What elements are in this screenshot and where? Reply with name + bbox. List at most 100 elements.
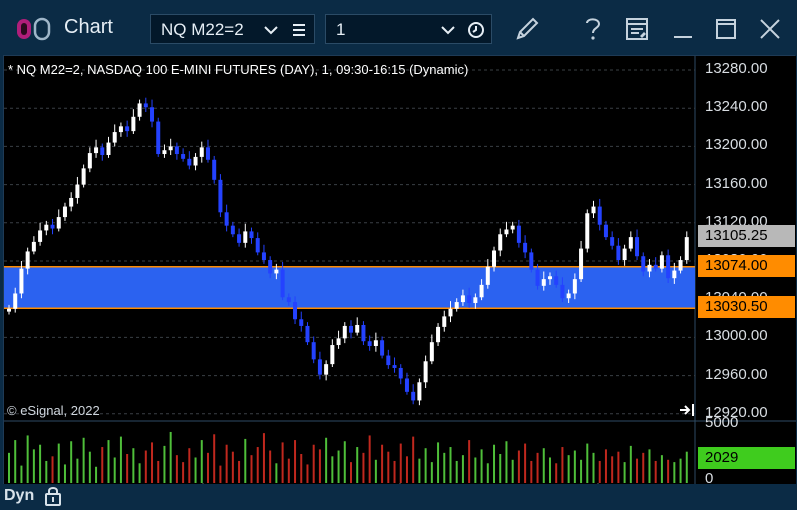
candle-body [69, 197, 74, 207]
minimize-button[interactable] [666, 12, 700, 46]
candle-body [678, 260, 683, 271]
price-tick-label: 13280.00 [705, 60, 768, 77]
candle-body [641, 256, 646, 272]
candle-body [628, 237, 633, 249]
candle-body [305, 325, 310, 343]
candle-body [50, 224, 55, 229]
copyright-text: © eSignal, 2022 [7, 403, 100, 418]
price-tick-label: 13200.00 [705, 136, 768, 154]
chart-area[interactable] [3, 55, 796, 508]
candle-body [106, 142, 111, 155]
candle-body [454, 302, 459, 309]
candle-body [293, 302, 298, 320]
candle-body [261, 252, 266, 261]
candle-body [460, 295, 465, 303]
lock-icon[interactable] [44, 485, 62, 506]
candle-body [386, 355, 391, 366]
close-icon [760, 19, 780, 39]
candle-body [249, 231, 254, 239]
candle-body [622, 248, 627, 261]
candle-body [647, 264, 652, 272]
candle-body [653, 264, 658, 269]
candle-body [156, 121, 161, 155]
chevron-down-icon[interactable] [440, 23, 456, 37]
candle-body [684, 237, 689, 261]
candle-body [150, 107, 155, 122]
dyn-mode-label[interactable]: Dyn [4, 487, 34, 505]
chart-canvas[interactable] [4, 56, 796, 508]
notes-button[interactable] [620, 12, 654, 46]
candle-body [361, 324, 366, 342]
time-axis[interactable] [0, 484, 797, 510]
app-logo-icon [17, 17, 51, 41]
candle-body [492, 250, 497, 267]
candle-body [398, 367, 403, 379]
candle-body [25, 251, 30, 269]
candle-body [187, 158, 192, 166]
notepad-icon [626, 18, 648, 40]
symbol-selector[interactable]: NQ M22=2 [150, 14, 315, 44]
candle-body [479, 284, 484, 298]
candle-body [38, 230, 43, 242]
price-tag: 13030.50 [698, 296, 795, 319]
candle-body [560, 284, 565, 299]
minimize-icon [674, 36, 692, 38]
candle-body [230, 225, 235, 235]
candle-body [355, 324, 360, 333]
interval-selector[interactable]: 1 [325, 14, 492, 44]
price-axis-panel[interactable] [695, 56, 796, 508]
candle-body [411, 391, 416, 401]
pencil-icon [516, 17, 539, 40]
candle-body [498, 234, 503, 251]
candle-body [603, 224, 608, 238]
candle-body [299, 319, 304, 326]
candle-body [442, 316, 447, 327]
scroll-to-end-icon[interactable] [678, 402, 696, 418]
candle-body [168, 146, 173, 151]
candle-body [367, 341, 372, 346]
draw-tool-button[interactable] [510, 12, 544, 46]
candle-body [174, 146, 179, 155]
candle-body [349, 325, 353, 333]
price-zone[interactable] [4, 266, 695, 309]
maximize-button[interactable] [709, 12, 743, 46]
chevron-down-icon[interactable] [263, 23, 279, 37]
candle-body [417, 382, 422, 401]
candle-body [181, 154, 186, 159]
candle-body [330, 345, 335, 365]
candle-body [268, 260, 273, 274]
clock-icon[interactable] [467, 21, 485, 39]
candle-body [212, 159, 217, 180]
candle-body [616, 245, 621, 261]
candle-body [380, 340, 385, 356]
title-bar: Chart NQ M22=2 1 [0, 0, 797, 56]
chart-title: * NQ M22=2, NASDAQ 100 E-MINI FUTURES (D… [8, 62, 469, 77]
price-tag: 13105.25 [698, 224, 795, 247]
candle-body [131, 116, 136, 132]
candle-body [62, 206, 67, 218]
candle-body [237, 234, 242, 243]
candle-body [554, 276, 559, 285]
candle-body [672, 270, 677, 279]
candle-body [255, 238, 260, 253]
candle-body [510, 225, 515, 230]
volume-axis-max: 5000 [705, 414, 739, 431]
window-title: Chart [64, 16, 113, 38]
candle-body [224, 212, 229, 226]
help-button[interactable] [576, 12, 610, 46]
candle-body [342, 325, 347, 339]
candle-body [218, 179, 223, 213]
candle-body [541, 279, 546, 286]
candle-body [585, 213, 590, 249]
close-button[interactable] [753, 12, 787, 46]
candle-body [100, 147, 105, 155]
list-icon[interactable] [291, 22, 307, 38]
candle-body [535, 269, 540, 286]
candle-body [19, 268, 24, 294]
candle-body [485, 266, 490, 285]
candle-body [274, 269, 279, 274]
candle-body [467, 295, 472, 304]
candle-body [193, 156, 198, 166]
candle-body [13, 293, 18, 309]
volume-tag: 2029 [698, 447, 795, 469]
